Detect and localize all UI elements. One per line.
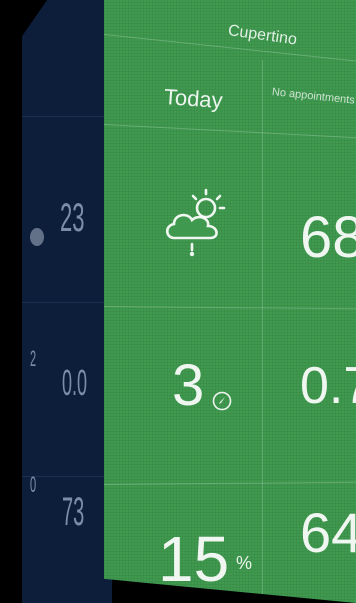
side-precipitation: 0.0 (62, 362, 88, 403)
grid-line (104, 306, 356, 310)
side-panel: 23 2 0.0 0 73 (22, 0, 112, 603)
side-divider (22, 116, 112, 117)
percent-icon: % (236, 553, 253, 573)
humidity-second-value: 64 (300, 501, 356, 564)
side-row3-label: 0 (30, 472, 37, 497)
precipitation-value: 0.7 (300, 357, 356, 415)
compass-icon (212, 391, 232, 411)
grid-line (104, 124, 356, 139)
humidity-value: 15 (158, 523, 230, 595)
weather-cube-view: 23 2 0.0 0 73 Cupertino Today No appoint… (0, 0, 356, 603)
side-divider (22, 302, 112, 303)
partly-cloudy-rain-icon (165, 188, 226, 257)
side-weather-icon (30, 228, 44, 246)
wind-value: 3 (172, 353, 205, 418)
grid-line (104, 481, 356, 485)
today-header[interactable]: Today (163, 84, 223, 114)
side-humidity: 73 (62, 490, 85, 534)
side-row2-label: 2 (30, 346, 37, 371)
side-temperature: 23 (60, 196, 85, 240)
grid-line (262, 60, 263, 603)
city-title: Cupertino (226, 22, 298, 49)
temperature-value: 68 (300, 205, 356, 270)
weather-panel[interactable]: Cupertino Today No appointments 68 3 0.7 (104, 0, 356, 603)
appointments-header[interactable]: No appointments (271, 86, 355, 107)
